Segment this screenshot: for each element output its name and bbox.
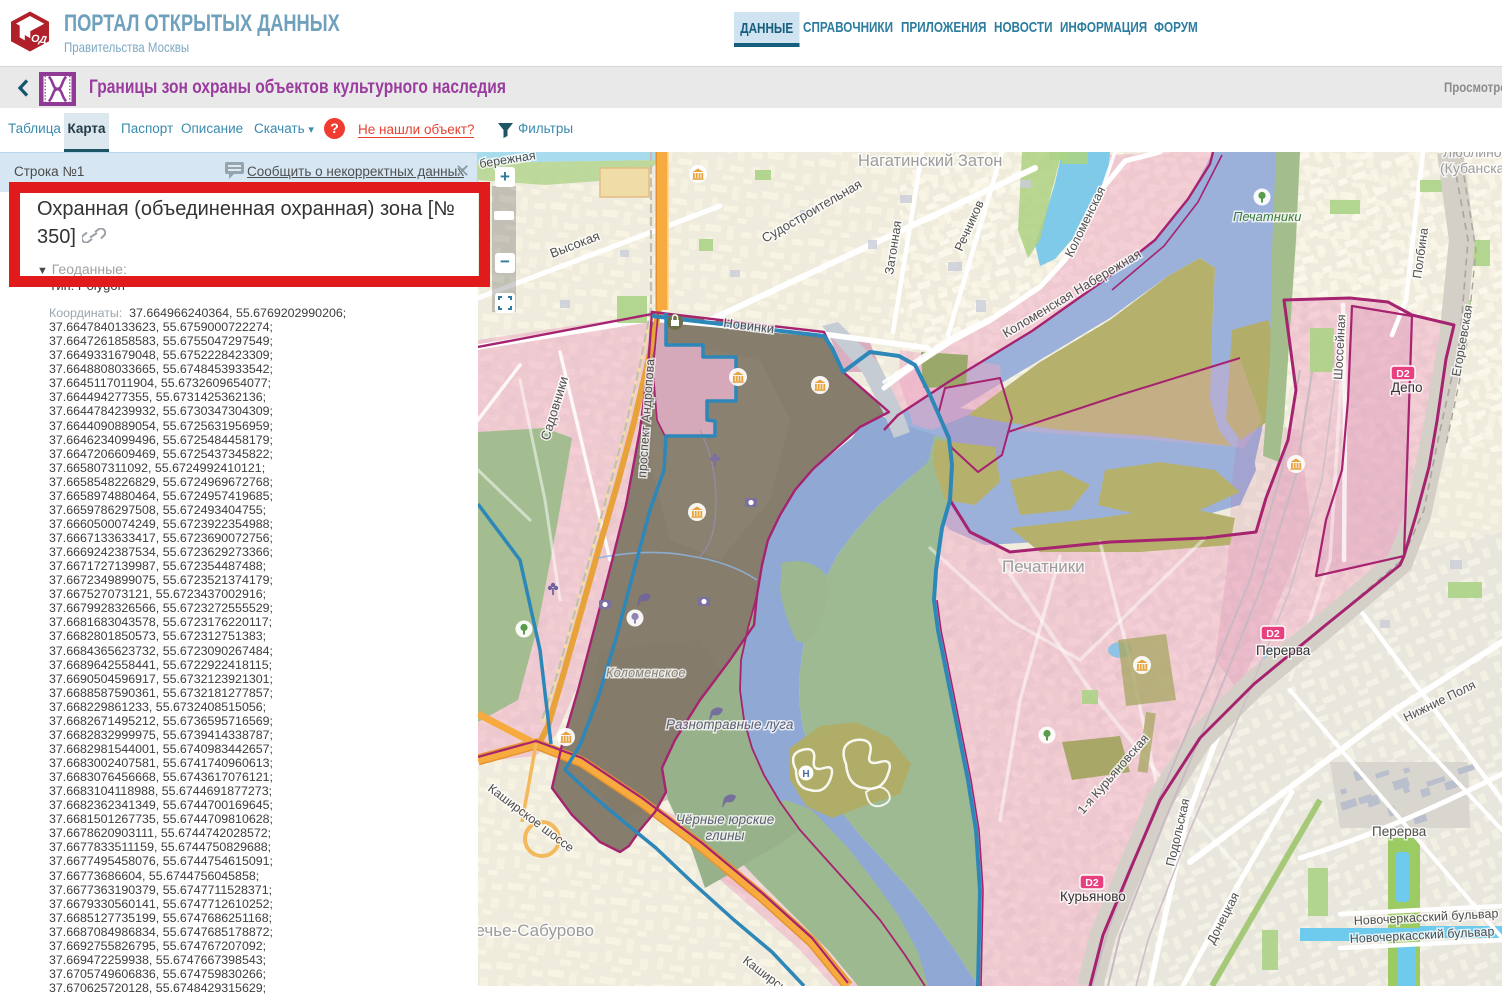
svg-text:D2: D2: [1396, 368, 1410, 380]
svg-text:Разнотравные луга: Разнотравные луга: [666, 717, 794, 732]
svg-text:D2: D2: [1085, 877, 1099, 889]
svg-text:Печатники: Печатники: [1002, 557, 1085, 576]
svg-text:Перерва: Перерва: [1256, 643, 1311, 658]
svg-text:Перерва: Перерва: [1372, 824, 1427, 839]
svg-text:Москворечье-Сабурово: Москворечье-Сабурово: [478, 921, 594, 940]
svg-text:Коломенское: Коломенское: [606, 665, 686, 680]
svg-text:Люблино: Люблино: [1443, 152, 1502, 160]
svg-text:Курьяново: Курьяново: [1060, 889, 1126, 904]
svg-text:Нагатинский Затон: Нагатинский Затон: [858, 152, 1002, 170]
svg-text:(Кубанская): (Кубанская): [1440, 160, 1502, 176]
svg-text:глины: глины: [706, 828, 745, 843]
svg-text:Печатники: Печатники: [1233, 209, 1301, 224]
svg-text:Депо: Депо: [1391, 380, 1422, 395]
svg-text:H: H: [802, 769, 809, 780]
svg-text:Чёрные юрские: Чёрные юрские: [676, 812, 775, 827]
svg-text:D2: D2: [1266, 628, 1280, 640]
svg-text:ОД: ОД: [30, 33, 48, 47]
